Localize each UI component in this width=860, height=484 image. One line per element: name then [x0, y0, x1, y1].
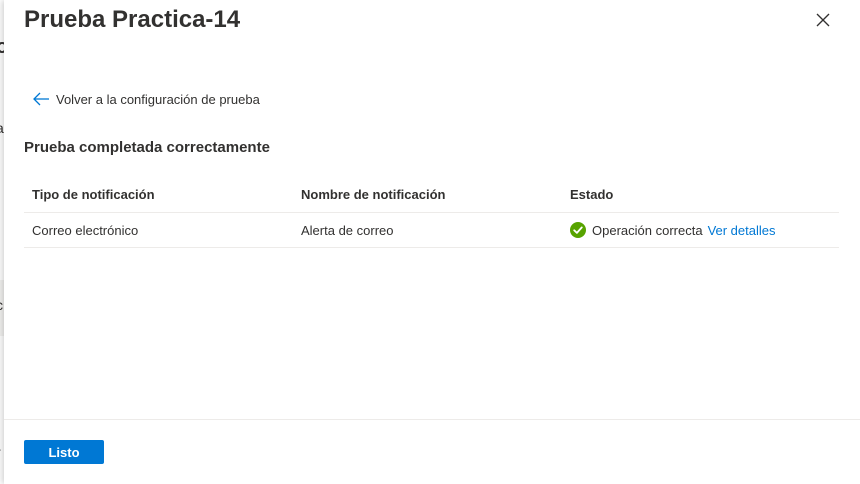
results-table: Tipo de notificación Nombre de notificac… [24, 176, 839, 248]
column-header-notification-name: Nombre de notificación [301, 186, 446, 202]
cell-notification-name: Alerta de correo [301, 222, 394, 238]
background-text-fragment: r [0, 444, 1, 460]
cell-notification-type: Correo electrónico [32, 222, 139, 238]
back-to-test-config-link[interactable]: Volver a la configuración de prueba [32, 89, 260, 109]
success-check-icon [570, 222, 586, 238]
panel-title: Prueba Practica-14 [24, 6, 241, 33]
test-result-panel: Prueba Practica-14 Volver a la configura… [4, 0, 860, 484]
back-link-label: Volver a la configuración de prueba [56, 91, 260, 107]
background-text-fragment: c [0, 297, 3, 313]
cell-status: Operación correcta Ver detalles [562, 222, 839, 238]
table-header-row: Tipo de notificación Nombre de notificac… [24, 176, 839, 213]
done-button[interactable]: Listo [24, 440, 104, 464]
table-row: Correo electrónico Alerta de correo Oper… [24, 213, 839, 248]
status-text: Operación correcta [592, 222, 703, 238]
close-icon[interactable] [812, 9, 834, 31]
column-header-status: Estado [570, 186, 614, 202]
view-details-link[interactable]: Ver detalles [708, 223, 776, 238]
footer-divider [4, 419, 860, 420]
column-header-notification-type: Tipo de notificación [32, 186, 155, 202]
arrow-left-icon [33, 92, 49, 106]
result-heading: Prueba completada correctamente [24, 139, 270, 156]
